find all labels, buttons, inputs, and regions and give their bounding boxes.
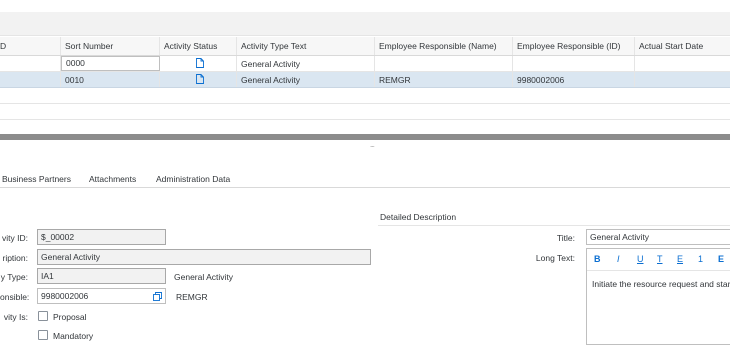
underline-button[interactable]: U: [637, 254, 644, 264]
title-label: Title:: [556, 233, 575, 243]
tab-administration-data[interactable]: Administration Data: [156, 174, 230, 184]
column-header-employee-name[interactable]: Employee Responsible (Name): [375, 37, 513, 55]
column-header[interactable]: D: [0, 37, 61, 55]
table-row-empty: [0, 104, 730, 120]
bullet-list-button[interactable]: E: [718, 254, 724, 264]
activity-type-description: General Activity: [174, 272, 234, 282]
tab-business-partners[interactable]: Business Partners: [2, 174, 71, 184]
bold-button[interactable]: B: [594, 254, 601, 264]
long-text-content: Initiate the resource request and star: [592, 279, 730, 289]
activity-is-label: vity Is:: [3, 312, 28, 322]
editor-toolbar: B I U T E 1 E: [587, 249, 730, 271]
splitter-grip[interactable]: ....: [370, 142, 375, 149]
start-date-cell: [635, 56, 730, 71]
long-text-editor[interactable]: B I U T E 1 E Initiate the resource requ…: [586, 248, 730, 345]
column-header-activity-status[interactable]: Activity Status: [160, 37, 237, 55]
activity-id-field[interactable]: $_00002: [37, 229, 166, 245]
employee-id-cell: 9980002006: [513, 72, 635, 87]
mandatory-label: Mandatory: [53, 331, 94, 341]
column-header-employee-id[interactable]: Employee Responsible (ID): [513, 37, 635, 55]
table-cell: [0, 56, 61, 71]
numbered-list-button[interactable]: 1: [698, 254, 703, 264]
column-header-activity-type-text[interactable]: Activity Type Text: [237, 37, 375, 55]
table-row-empty: [0, 88, 730, 104]
long-text-label: Long Text:: [535, 253, 575, 263]
proposal-label: Proposal: [53, 312, 87, 322]
activity-type-text-cell: General Activity: [237, 72, 375, 87]
tab-attachments[interactable]: Attachments: [89, 174, 136, 184]
table-header-row: D Sort Number Activity Status Activity T…: [0, 37, 730, 56]
toolbar: [0, 12, 730, 36]
table-row[interactable]: 0000 General Activity: [0, 56, 730, 72]
responsible-field[interactable]: 9980002006: [37, 288, 166, 304]
start-date-cell: [635, 72, 730, 87]
table-row[interactable]: 0010 General Activity REMGR 9980002006: [0, 72, 730, 88]
responsible-value: 9980002006: [41, 291, 89, 301]
proposal-checkbox[interactable]: [38, 311, 48, 321]
responsible-label: onsible:: [0, 292, 30, 302]
responsible-name: REMGR: [176, 292, 208, 302]
title-field[interactable]: General Activity: [586, 229, 730, 245]
align-button[interactable]: T: [657, 254, 663, 264]
column-header-sort-number[interactable]: Sort Number: [61, 37, 160, 55]
activity-type-field[interactable]: IA1: [37, 268, 166, 284]
description-field[interactable]: General Activity: [37, 249, 371, 265]
sort-number-cell: 0010: [61, 72, 160, 87]
employee-name-cell: [375, 56, 513, 71]
activity-id-label: vity ID:: [2, 233, 28, 243]
document-icon[interactable]: [196, 74, 204, 84]
value-help-icon[interactable]: [153, 292, 162, 301]
employee-name-cell: REMGR: [375, 72, 513, 87]
table-cell: [0, 72, 61, 87]
mandatory-checkbox[interactable]: [38, 330, 48, 340]
description-label: ription:: [2, 253, 28, 263]
activity-type-label: y Type:: [0, 272, 28, 282]
italic-button[interactable]: I: [617, 254, 620, 264]
align-right-button[interactable]: E: [677, 254, 683, 264]
document-icon[interactable]: [196, 58, 204, 68]
splitter-bar[interactable]: [0, 134, 730, 140]
sort-number-input[interactable]: 0000: [61, 56, 160, 71]
employee-id-cell: [513, 56, 635, 71]
activity-type-text-cell: General Activity: [237, 56, 375, 71]
table-cell: [160, 56, 237, 71]
column-header-actual-start-date[interactable]: Actual Start Date: [635, 37, 730, 55]
table-cell: [160, 72, 237, 87]
detail-tabs: Business Partners Attachments Administra…: [0, 170, 730, 188]
section-divider: [378, 225, 730, 226]
detailed-description-title: Detailed Description: [380, 212, 457, 222]
